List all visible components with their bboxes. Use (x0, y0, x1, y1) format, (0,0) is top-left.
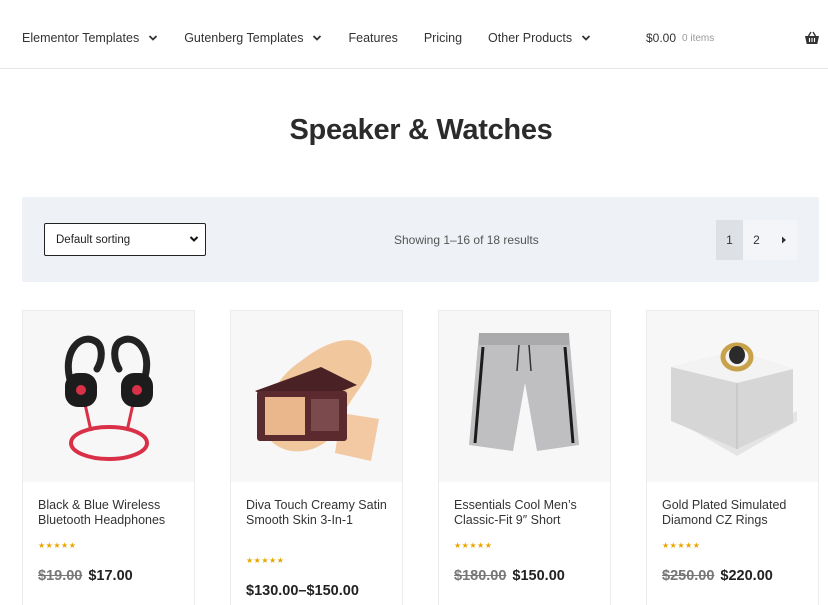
product-price: $19.00 $17.00 (38, 568, 133, 584)
product-card[interactable]: Black & Blue Wireless Bluetooth Headphon… (22, 310, 195, 605)
page-title: Speaker & Watches (289, 114, 553, 146)
headphones-image (64, 335, 153, 461)
product-title[interactable]: Gold Plated Simulated Diamond CZ Rings (662, 498, 812, 528)
ring-box-image (671, 342, 797, 456)
chevron-down-icon (313, 35, 322, 41)
product-price: $250.00 $220.00 (662, 568, 773, 584)
price-range: $130.00–$150.00 (246, 583, 359, 599)
nav-label: Gutenberg Templates (184, 31, 304, 45)
product-card[interactable]: Essentials Cool Men’s Classic-Fit 9″ Sho… (438, 310, 611, 605)
rating-stars: ★★★★★ (454, 541, 493, 550)
basket-icon[interactable] (804, 31, 820, 45)
product-price: $180.00 $150.00 (454, 568, 565, 584)
rating-stars: ★★★★★ (38, 541, 77, 550)
sale-price: $150.00 (512, 568, 565, 584)
sale-price: $220.00 (720, 568, 773, 584)
product-image[interactable] (439, 311, 610, 482)
cart-items-count: 0 items (682, 32, 715, 44)
nav-elementor-templates[interactable]: Elementor Templates (22, 31, 158, 45)
main-menu: Elementor Templates Gutenberg Templates … (22, 31, 617, 45)
next-page-button[interactable] (770, 220, 797, 260)
chevron-down-icon (189, 236, 199, 242)
page-1[interactable]: 1 (716, 220, 743, 260)
sorting-value: Default sorting (56, 233, 131, 246)
old-price: $250.00 (662, 568, 715, 584)
product-image[interactable] (231, 311, 402, 482)
old-price: $19.00 (38, 568, 83, 584)
product-card[interactable]: Diva Touch Creamy Satin Smooth Skin 3-In… (230, 310, 403, 605)
nav-label: Elementor Templates (22, 31, 140, 45)
nav-pricing[interactable]: Pricing (424, 31, 462, 45)
result-count: Showing 1–16 of 18 results (394, 233, 539, 247)
product-card[interactable]: Gold Plated Simulated Diamond CZ Rings ★… (646, 310, 819, 605)
old-price: $180.00 (454, 568, 507, 584)
shorts-image (469, 333, 579, 451)
nav-label: Features (348, 31, 398, 45)
product-title[interactable]: Black & Blue Wireless Bluetooth Headphon… (38, 498, 188, 528)
product-price: $130.00–$150.00 (246, 583, 359, 599)
rating-stars: ★★★★★ (662, 541, 701, 550)
product-title[interactable]: Essentials Cool Men’s Classic-Fit 9″ Sho… (454, 498, 604, 528)
chevron-down-icon (149, 35, 158, 41)
cart-amount: $0.00 (646, 31, 677, 45)
nav-gutenberg-templates[interactable]: Gutenberg Templates (184, 31, 322, 45)
nav-features[interactable]: Features (348, 31, 397, 45)
nav-label: Other Products (488, 31, 573, 45)
compact-powder-image (255, 340, 379, 461)
sale-price: $17.00 (88, 568, 133, 584)
shop-toolbar: Default sorting Showing 1–16 of 18 resul… (22, 197, 819, 282)
product-image[interactable] (647, 311, 818, 482)
page-2[interactable]: 2 (743, 220, 770, 260)
product-title[interactable]: Diva Touch Creamy Satin Smooth Skin 3-In… (246, 498, 396, 528)
chevron-down-icon (581, 35, 591, 41)
sorting-select[interactable]: Default sorting (44, 223, 206, 256)
cart-summary[interactable]: $0.00 0 items (646, 31, 714, 45)
site-header: Elementor Templates Gutenberg Templates … (0, 0, 828, 69)
caret-right-icon (781, 236, 786, 244)
nav-other-products[interactable]: Other Products (488, 31, 591, 45)
nav-label: Pricing (423, 31, 463, 45)
pagination: 1 2 (716, 220, 797, 260)
rating-stars: ★★★★★ (246, 556, 285, 565)
product-image[interactable] (23, 311, 194, 482)
